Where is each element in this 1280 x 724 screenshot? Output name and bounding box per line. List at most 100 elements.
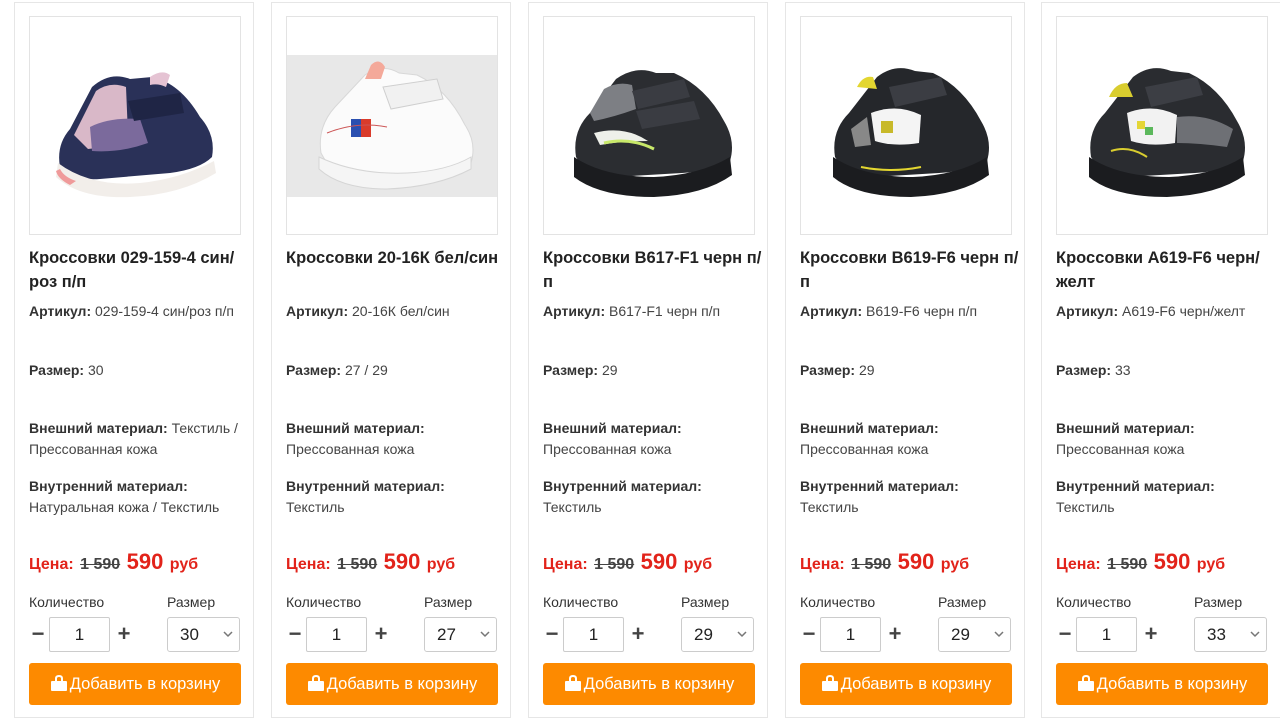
product-outer-material: Внешний материал: Прессованная кожа xyxy=(543,420,682,457)
product-price: Цена: 1 590 590 руб xyxy=(29,549,199,574)
sneaker-image xyxy=(1089,68,1245,197)
product-inner-material: Внутренний материал: Текстиль xyxy=(800,478,959,515)
product-card: Кроссовки A619-F6 черн/желт Артикул: A61… xyxy=(1041,2,1280,718)
shopping-bag-icon xyxy=(1077,674,1094,691)
decrease-button[interactable]: − xyxy=(800,617,818,652)
product-image[interactable] xyxy=(800,16,1012,235)
product-image[interactable] xyxy=(29,16,241,235)
product-price: Цена: 1 590 590 руб xyxy=(286,549,456,574)
shopping-bag-icon xyxy=(307,674,324,691)
product-image[interactable] xyxy=(543,16,755,235)
product-size: Размер: 33 xyxy=(1056,362,1131,378)
product-image[interactable] xyxy=(286,16,498,235)
product-card: Кроссовки 20-16К бел/син Артикул: 20-16К… xyxy=(271,2,511,718)
increase-button[interactable]: + xyxy=(115,617,133,652)
decrease-button[interactable]: − xyxy=(543,617,561,652)
product-title[interactable]: Кроссовки A619-F6 черн/желт xyxy=(1056,246,1276,294)
product-article: Артикул: 029-159-4 син/роз п/п xyxy=(29,303,234,319)
new-price: 590 xyxy=(126,549,164,574)
chevron-down-icon xyxy=(994,631,1004,638)
new-price: 590 xyxy=(1153,549,1191,574)
product-title[interactable]: Кроссовки 029-159-4 син/роз п/п xyxy=(29,246,249,294)
shopping-bag-icon xyxy=(821,674,838,691)
quantity-stepper: − + xyxy=(29,617,133,652)
old-price: 1 590 xyxy=(1107,556,1148,573)
product-grid: Кроссовки 029-159-4 син/роз п/п Артикул:… xyxy=(0,0,1280,724)
quantity-input[interactable] xyxy=(1076,617,1137,652)
new-price: 590 xyxy=(897,549,935,574)
product-size: Размер: 29 xyxy=(800,362,875,378)
size-select[interactable]: 30 xyxy=(167,617,240,652)
size-select[interactable]: 27 xyxy=(424,617,497,652)
product-article: Артикул: B619-F6 черн п/п xyxy=(800,303,978,319)
quantity-stepper: − + xyxy=(543,617,647,652)
add-to-cart-button[interactable]: Добавить в корзину xyxy=(286,663,498,705)
add-to-cart-button[interactable]: Добавить в корзину xyxy=(1056,663,1268,705)
size-select[interactable]: 33 xyxy=(1194,617,1267,652)
quantity-label: Количество xyxy=(286,594,362,610)
add-to-cart-button[interactable]: Добавить в корзину xyxy=(800,663,1012,705)
product-size: Размер: 29 xyxy=(543,362,618,378)
product-title[interactable]: Кроссовки B619-F6 черн п/п xyxy=(800,246,1020,294)
quantity-label: Количество xyxy=(1056,594,1132,610)
decrease-button[interactable]: − xyxy=(1056,617,1074,652)
size-label: Размер xyxy=(681,594,730,610)
new-price: 590 xyxy=(640,549,678,574)
quantity-label: Количество xyxy=(543,594,619,610)
shopping-bag-icon xyxy=(564,674,581,691)
product-article: Артикул: B617-F1 черн п/п xyxy=(543,303,721,319)
product-price: Цена: 1 590 590 руб xyxy=(543,549,713,574)
product-size: Размер: 30 xyxy=(29,362,104,378)
old-price: 1 590 xyxy=(594,556,635,573)
product-inner-material: Внутренний материал: Текстиль xyxy=(1056,478,1215,515)
product-price: Цена: 1 590 590 руб xyxy=(800,549,970,574)
quantity-input[interactable] xyxy=(563,617,624,652)
sneaker-image xyxy=(833,68,989,197)
product-card: Кроссовки B619-F6 черн п/п Артикул: B619… xyxy=(785,2,1025,718)
quantity-label: Количество xyxy=(800,594,876,610)
quantity-input[interactable] xyxy=(820,617,881,652)
product-title[interactable]: Кроссовки 20-16К бел/син xyxy=(286,246,506,270)
product-title[interactable]: Кроссовки B617-F1 черн п/п xyxy=(543,246,763,294)
size-label: Размер xyxy=(1194,594,1243,610)
product-outer-material: Внешний материал: Прессованная кожа xyxy=(800,420,939,457)
product-article: Артикул: 20-16К бел/син xyxy=(286,303,450,319)
decrease-button[interactable]: − xyxy=(286,617,304,652)
chevron-down-icon xyxy=(1250,631,1260,638)
product-outer-material: Внешний материал: Текстиль / Прессованна… xyxy=(29,420,238,457)
product-article: Артикул: A619-F6 черн/желт xyxy=(1056,303,1246,319)
product-size: Размер: 27 / 29 xyxy=(286,362,388,378)
quantity-input[interactable] xyxy=(49,617,110,652)
product-inner-material: Внутренний материал: Текстиль xyxy=(286,478,445,515)
size-select[interactable]: 29 xyxy=(681,617,754,652)
old-price: 1 590 xyxy=(851,556,892,573)
product-outer-material: Внешний материал: Прессованная кожа xyxy=(1056,420,1195,457)
quantity-stepper: − + xyxy=(1056,617,1160,652)
increase-button[interactable]: + xyxy=(372,617,390,652)
quantity-stepper: − + xyxy=(286,617,390,652)
add-to-cart-button[interactable]: Добавить в корзину xyxy=(29,663,241,705)
product-inner-material: Внутренний материал: Натуральная кожа / Т… xyxy=(29,478,220,515)
product-image[interactable] xyxy=(1056,16,1268,235)
quantity-input[interactable] xyxy=(306,617,367,652)
shopping-bag-icon xyxy=(50,674,67,691)
quantity-stepper: − + xyxy=(800,617,904,652)
sneaker-image xyxy=(574,70,732,197)
add-to-cart-button[interactable]: Добавить в корзину xyxy=(543,663,755,705)
increase-button[interactable]: + xyxy=(886,617,904,652)
decrease-button[interactable]: − xyxy=(29,617,47,652)
new-price: 590 xyxy=(383,549,421,574)
product-outer-material: Внешний материал: Прессованная кожа xyxy=(286,420,425,457)
increase-button[interactable]: + xyxy=(1142,617,1160,652)
size-label: Размер xyxy=(938,594,987,610)
product-card: Кроссовки 029-159-4 син/роз п/п Артикул:… xyxy=(14,2,254,718)
chevron-down-icon xyxy=(480,631,490,638)
chevron-down-icon xyxy=(223,631,233,638)
size-select[interactable]: 29 xyxy=(938,617,1011,652)
chevron-down-icon xyxy=(737,631,747,638)
sneaker-image xyxy=(287,55,497,197)
size-label: Размер xyxy=(424,594,473,610)
increase-button[interactable]: + xyxy=(629,617,647,652)
product-price: Цена: 1 590 590 руб xyxy=(1056,549,1226,574)
old-price: 1 590 xyxy=(337,556,378,573)
